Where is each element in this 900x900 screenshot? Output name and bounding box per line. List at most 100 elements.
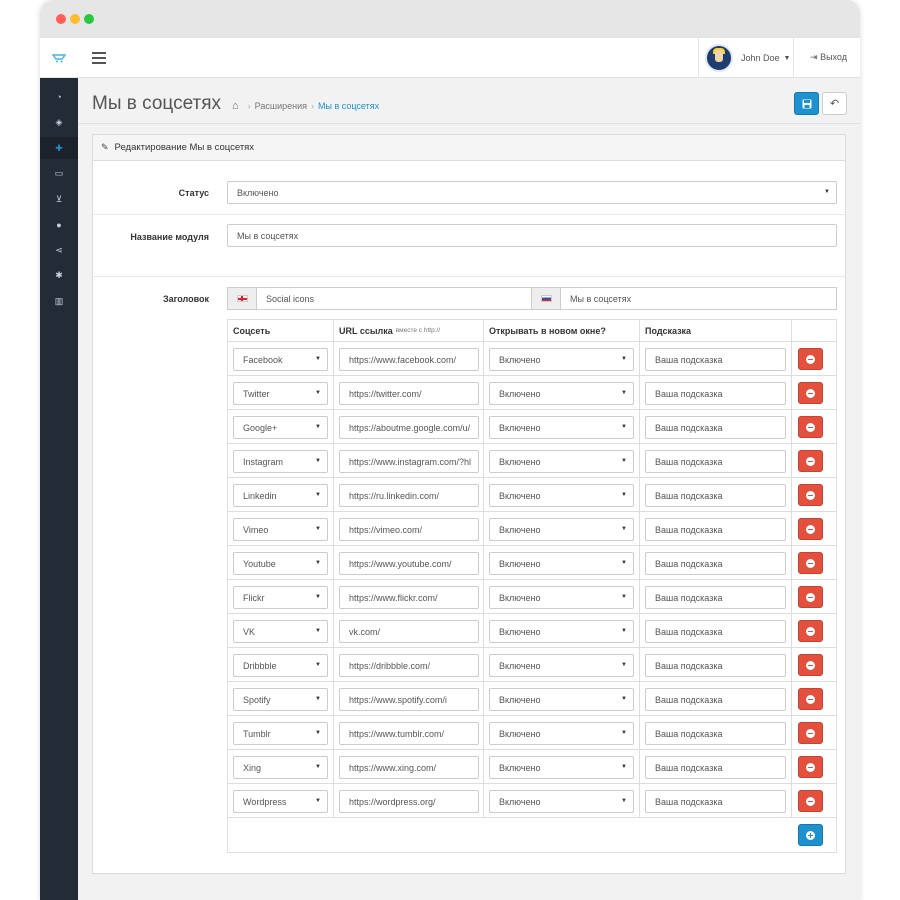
remove-row-button[interactable]: [798, 348, 823, 370]
tooltip-input[interactable]: Ваша подсказка: [645, 348, 786, 371]
user-menu[interactable]: John Doe ▼: [698, 38, 794, 78]
save-button[interactable]: [794, 92, 819, 115]
network-select[interactable]: Vimeo ▼: [233, 518, 328, 541]
remove-row-button[interactable]: [798, 552, 823, 574]
tooltip-input[interactable]: Ваша подсказка: [645, 756, 786, 779]
remove-row-button[interactable]: [798, 450, 823, 472]
logo[interactable]: [40, 38, 78, 78]
url-input[interactable]: https://www.flickr.com/: [339, 586, 479, 609]
tooltip-input[interactable]: Ваша подсказка: [645, 552, 786, 575]
network-select[interactable]: Linkedin ▼: [233, 484, 328, 507]
network-select[interactable]: Tumblr ▼: [233, 722, 328, 745]
url-input[interactable]: https://vimeo.com/: [339, 518, 479, 541]
remove-row-button[interactable]: [798, 416, 823, 438]
network-select[interactable]: Spotify ▼: [233, 688, 328, 711]
url-input[interactable]: https://www.xing.com/: [339, 756, 479, 779]
share-icon[interactable]: ⋖: [40, 239, 78, 261]
user-icon[interactable]: ●: [40, 214, 78, 236]
network-select[interactable]: Google+ ▼: [233, 416, 328, 439]
remove-row-button[interactable]: [798, 688, 823, 710]
url-input[interactable]: https://www.youtube.com/: [339, 552, 479, 575]
remove-row-button[interactable]: [798, 722, 823, 744]
new-window-select[interactable]: Включено ▼: [489, 382, 634, 405]
url-input[interactable]: https://wordpress.org/: [339, 790, 479, 813]
url-input[interactable]: https://www.tumblr.com/: [339, 722, 479, 745]
new-window-select[interactable]: Включено ▼: [489, 688, 634, 711]
back-button[interactable]: ↶: [822, 92, 847, 115]
minimize-window-button[interactable]: [70, 14, 80, 24]
cart-icon[interactable]: ⊻: [40, 188, 78, 210]
url-input[interactable]: vk.com/: [339, 620, 479, 643]
network-select[interactable]: Flickr ▼: [233, 586, 328, 609]
maximize-window-button[interactable]: [84, 14, 94, 24]
url-input[interactable]: https://www.instagram.com/?hl: [339, 450, 479, 473]
url-input[interactable]: https://twitter.com/: [339, 382, 479, 405]
tooltip-cell: Ваша подсказка: [640, 410, 792, 443]
tooltip-input[interactable]: Ваша подсказка: [645, 722, 786, 745]
social-table: Соцсеть URL ссылка вместе с http:// Откры…: [227, 319, 837, 853]
tooltip-input[interactable]: Ваша подсказка: [645, 620, 786, 643]
tooltip-input[interactable]: Ваша подсказка: [645, 518, 786, 541]
new-window-select[interactable]: Включено ▼: [489, 790, 634, 813]
url-input[interactable]: https://www.facebook.com/: [339, 348, 479, 371]
new-window-select[interactable]: Включено ▼: [489, 484, 634, 507]
breadcrumb-item-extensions[interactable]: Расширения: [255, 101, 307, 111]
network-select[interactable]: Dribbble ▼: [233, 654, 328, 677]
menu-toggle-icon[interactable]: [92, 52, 106, 64]
network-select[interactable]: Twitter ▼: [233, 382, 328, 405]
remove-row-button[interactable]: [798, 620, 823, 642]
new-window-select[interactable]: Включено ▼: [489, 450, 634, 473]
new-window-select[interactable]: Включено ▼: [489, 348, 634, 371]
tooltip-input[interactable]: Ваша подсказка: [645, 450, 786, 473]
new-window-select[interactable]: Включено ▼: [489, 756, 634, 779]
new-window-select[interactable]: Включено ▼: [489, 654, 634, 677]
home-icon[interactable]: ⌂: [232, 100, 239, 112]
title-ru-input[interactable]: Мы в соцсетях: [560, 287, 837, 310]
tooltip-value: Ваша подсказка: [655, 796, 723, 807]
tooltip-input[interactable]: Ваша подсказка: [645, 654, 786, 677]
breadcrumb-item-current[interactable]: Мы в соцсетях: [318, 101, 379, 111]
url-input[interactable]: https://www.spotify.com/i: [339, 688, 479, 711]
new-window-select[interactable]: Включено ▼: [489, 518, 634, 541]
remove-row-button[interactable]: [798, 756, 823, 778]
remove-row-button[interactable]: [798, 654, 823, 676]
gear-icon[interactable]: ✱: [40, 265, 78, 287]
tooltip-input[interactable]: Ваша подсказка: [645, 382, 786, 405]
new-window-select[interactable]: Включено ▼: [489, 620, 634, 643]
network-select[interactable]: Facebook ▼: [233, 348, 328, 371]
logout-link[interactable]: ⇥ Выход: [810, 52, 847, 63]
url-input[interactable]: https://aboutme.google.com/u/: [339, 416, 479, 439]
new-window-select[interactable]: Включено ▼: [489, 722, 634, 745]
status-select[interactable]: Включено ▼: [227, 181, 837, 204]
puzzle-icon[interactable]: ✚: [40, 137, 78, 159]
new-window-select[interactable]: Включено ▼: [489, 416, 634, 439]
title-en-input[interactable]: Social icons: [256, 287, 532, 310]
network-select[interactable]: VK ▼: [233, 620, 328, 643]
tooltip-input[interactable]: Ваша подсказка: [645, 416, 786, 439]
new-window-select[interactable]: Включено ▼: [489, 586, 634, 609]
dashboard-icon[interactable]: ◔: [40, 86, 78, 108]
url-cell: https://www.tumblr.com/: [334, 716, 484, 749]
new-window-select[interactable]: Включено ▼: [489, 552, 634, 575]
tags-icon[interactable]: ◈: [40, 112, 78, 134]
tooltip-input[interactable]: Ваша подсказка: [645, 790, 786, 813]
remove-row-button[interactable]: [798, 586, 823, 608]
tooltip-input[interactable]: Ваша подсказка: [645, 688, 786, 711]
network-select[interactable]: Xing ▼: [233, 756, 328, 779]
url-input[interactable]: https://dribbble.com/: [339, 654, 479, 677]
tooltip-input[interactable]: Ваша подсказка: [645, 484, 786, 507]
remove-row-button[interactable]: [798, 518, 823, 540]
desktop-icon[interactable]: ▭: [40, 163, 78, 185]
remove-row-button[interactable]: [798, 382, 823, 404]
tooltip-input[interactable]: Ваша подсказка: [645, 586, 786, 609]
network-select[interactable]: Youtube ▼: [233, 552, 328, 575]
remove-row-button[interactable]: [798, 790, 823, 812]
close-window-button[interactable]: [56, 14, 66, 24]
remove-row-button[interactable]: [798, 484, 823, 506]
add-row-button[interactable]: [798, 824, 823, 846]
module-name-input[interactable]: Мы в соцсетях: [227, 224, 837, 247]
url-input[interactable]: https://ru.linkedin.com/: [339, 484, 479, 507]
chart-icon[interactable]: ▥: [40, 290, 78, 312]
network-select[interactable]: Instagram ▼: [233, 450, 328, 473]
network-select[interactable]: Wordpress ▼: [233, 790, 328, 813]
